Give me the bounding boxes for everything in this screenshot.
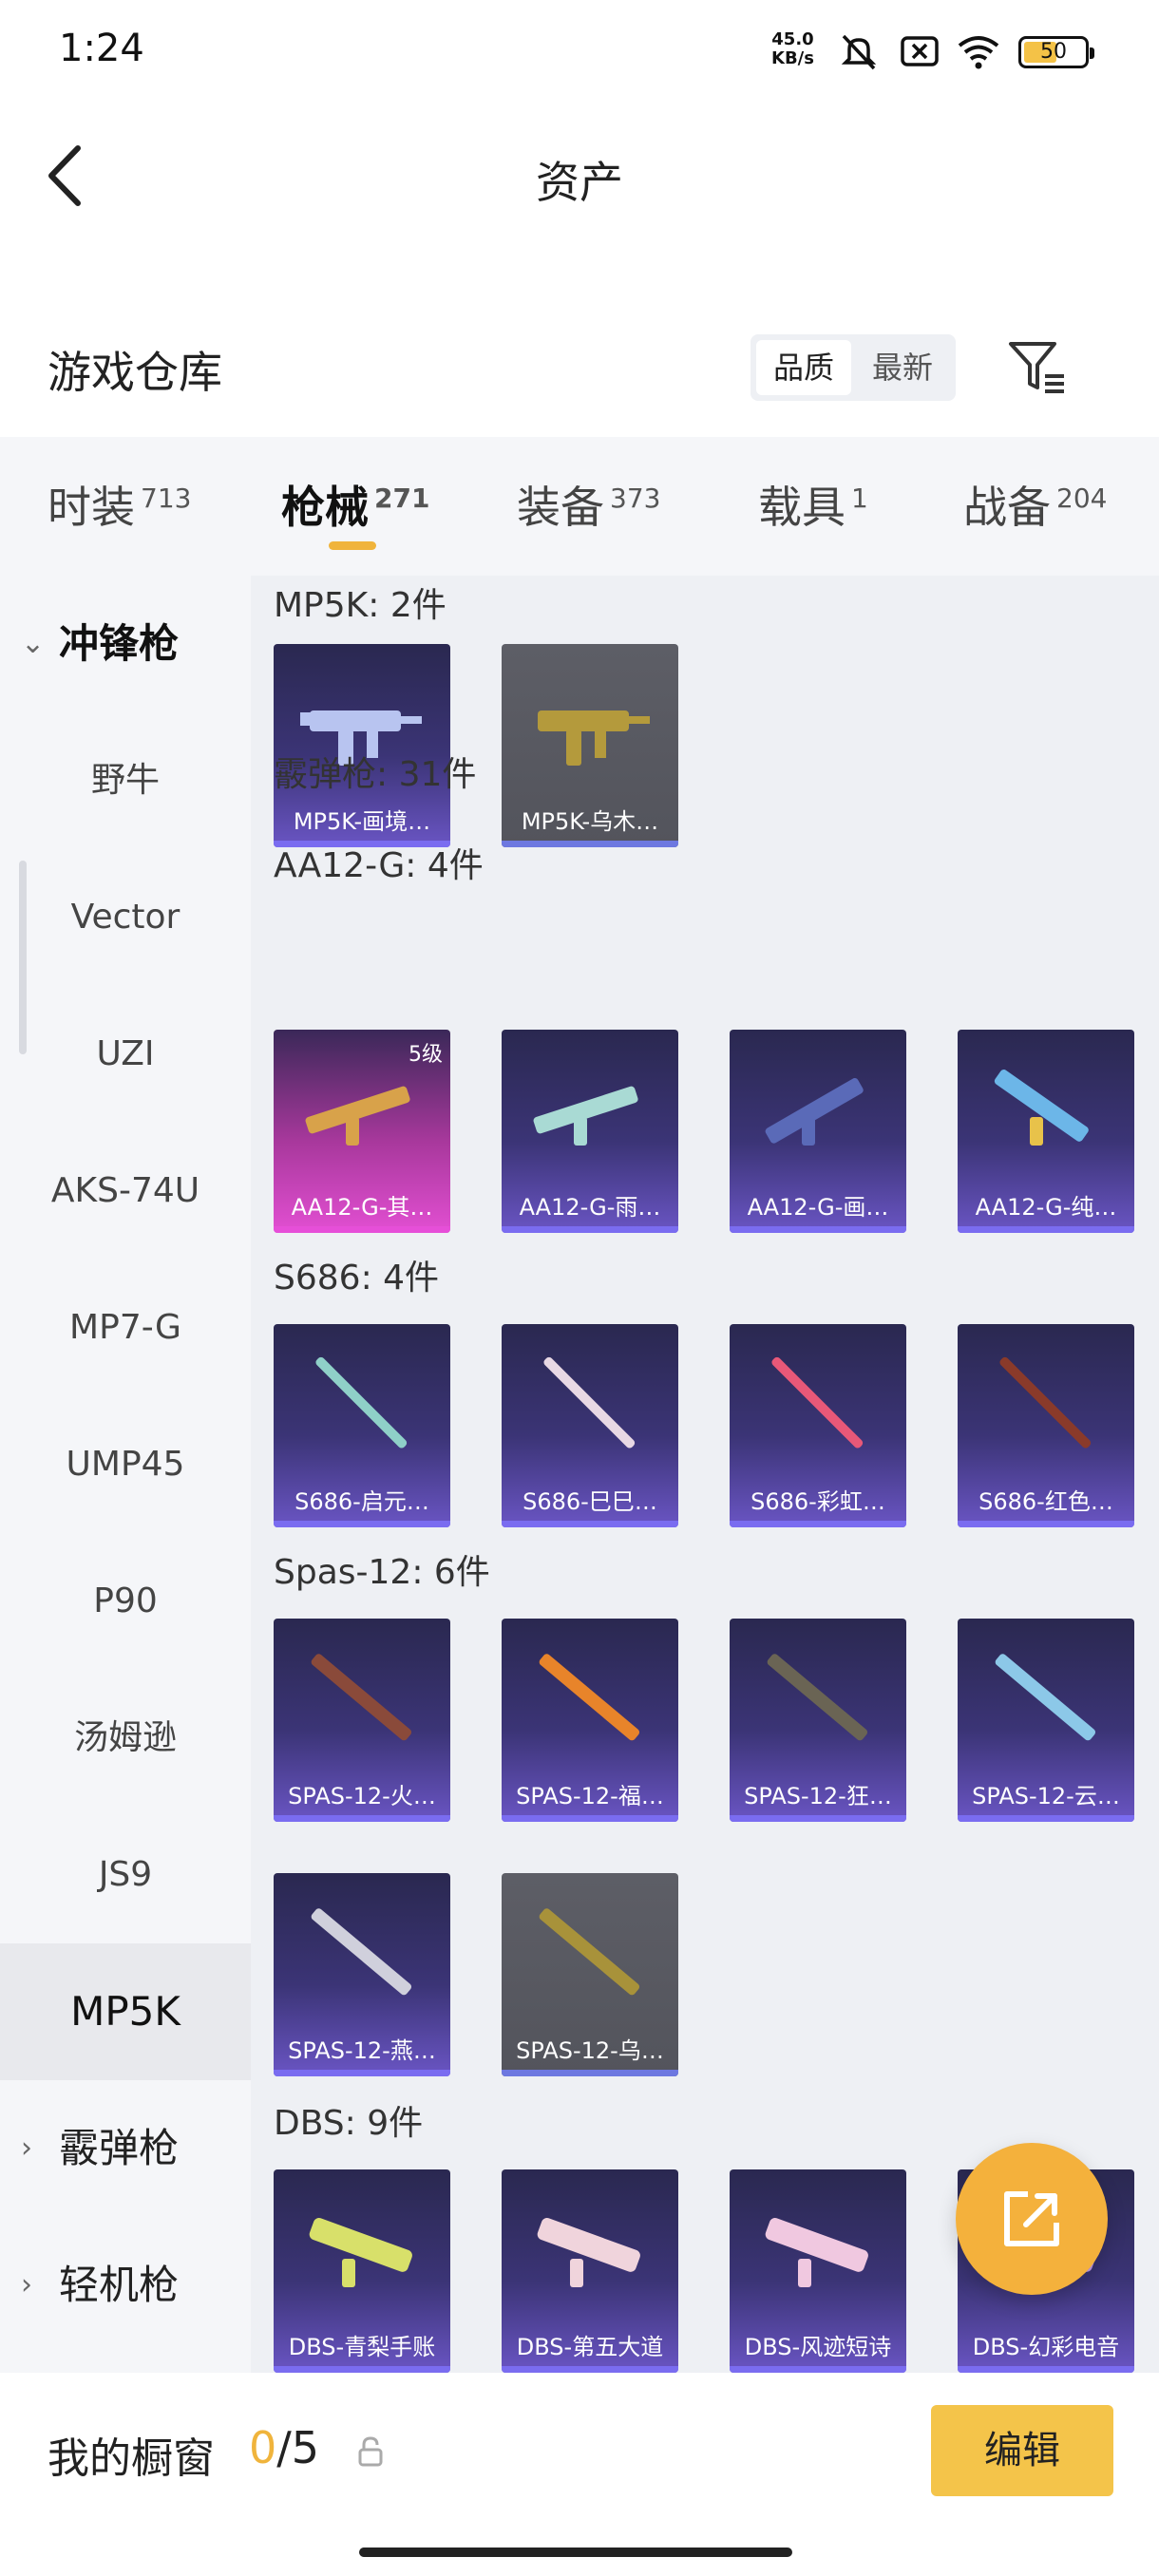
shotgun-icon xyxy=(765,1078,864,1146)
item-card[interactable]: SPAS-12-燕… xyxy=(274,1873,450,2076)
sidebar-item[interactable]: 汤姆逊 xyxy=(0,1670,251,1807)
smg-icon xyxy=(538,710,650,766)
shotgun-icon xyxy=(539,1654,640,1741)
chevron-right-icon: › xyxy=(21,2268,32,2301)
section-title: 游戏仓库 xyxy=(48,347,222,398)
sidebar-item[interactable]: UMP45 xyxy=(0,1396,251,1533)
shotgun-icon xyxy=(771,1356,864,1449)
item-card[interactable]: MP5K-乌木… xyxy=(502,644,678,847)
showcase-count: 0/5 xyxy=(249,2422,320,2473)
sidebar-item[interactable]: UZI xyxy=(0,986,251,1123)
sidebar-item[interactable]: 野牛 xyxy=(0,712,251,849)
sidebar-category-lmg[interactable]: › 轻机枪 xyxy=(0,2217,251,2354)
item-card[interactable]: MP5K-画境… xyxy=(274,644,450,847)
page-title: 资产 xyxy=(536,157,623,208)
tab-vehicles[interactable]: 载具 1 xyxy=(758,473,868,536)
shotgun-icon xyxy=(311,1908,412,1996)
active-tab-indicator xyxy=(329,541,376,550)
item-card[interactable]: SPAS-12-火… xyxy=(274,1619,450,1822)
weapon-sidebar: ⌄ 冲锋枪 野牛 Vector UZI AKS-74U MP7-G UMP45 … xyxy=(0,576,251,2373)
mute-icon xyxy=(841,34,877,70)
shotgun-icon xyxy=(543,1356,636,1449)
chevron-down-icon: ⌄ xyxy=(21,627,46,660)
tab-equipment[interactable]: 装备 373 xyxy=(517,473,660,536)
shotgun-icon xyxy=(309,2218,412,2287)
tab-fashion[interactable]: 时装 713 xyxy=(48,473,191,536)
shotgun-icon xyxy=(537,2218,640,2287)
share-fab[interactable] xyxy=(956,2143,1108,2295)
item-card[interactable]: SPAS-12-福… xyxy=(502,1619,678,1822)
sidebar-item[interactable]: AKS-74U xyxy=(0,1123,251,1260)
no-sim-icon xyxy=(901,36,939,66)
shotgun-icon xyxy=(539,1908,640,1996)
status-bar: 1:24 45.0 KB/s 50 xyxy=(0,0,1159,104)
home-indicator[interactable] xyxy=(359,2548,792,2557)
item-card[interactable]: AA12-G-纯… xyxy=(958,1030,1134,1233)
share-external-icon xyxy=(1004,2191,1059,2246)
shotgun-icon xyxy=(305,1086,410,1146)
shotgun-icon xyxy=(995,1654,1096,1741)
sort-toggle: 品质 最新 xyxy=(750,334,956,401)
tab-supplies[interactable]: 战备 204 xyxy=(963,473,1107,536)
item-card[interactable]: AA12-G-画… xyxy=(730,1030,906,1233)
group-header: MP5K: 2件 xyxy=(274,586,446,625)
item-card[interactable]: 5级 AA12-G-其… xyxy=(274,1030,450,1233)
showcase-bar: 我的橱窗 0/5 编辑 xyxy=(0,2373,1159,2576)
sidebar-category-shotgun[interactable]: › 霰弹枪 xyxy=(0,2080,251,2217)
item-card[interactable]: S686-红色… xyxy=(958,1324,1134,1527)
item-card[interactable]: S686-启元… xyxy=(274,1324,450,1527)
shotgun-icon xyxy=(994,1070,1089,1146)
sidebar-category-smg[interactable]: ⌄ 冲锋枪 xyxy=(0,576,251,712)
item-card[interactable]: DBS-青梨手账 xyxy=(274,2169,450,2373)
shotgun-icon xyxy=(533,1086,638,1146)
group-header: S686: 4件 xyxy=(274,1259,440,1297)
item-card[interactable]: DBS-第五大道 xyxy=(502,2169,678,2373)
category-tabs: 时装 713 枪械 271 装备 373 载具 1 战备 204 xyxy=(0,437,1159,576)
item-card[interactable]: S686-巳巳… xyxy=(502,1324,678,1527)
item-card[interactable]: SPAS-12-云… xyxy=(958,1619,1134,1822)
tab-firearms[interactable]: 枪械 271 xyxy=(281,473,429,536)
battery-icon: 50 xyxy=(1018,36,1094,68)
item-card[interactable]: DBS-风迹短诗 xyxy=(730,2169,906,2373)
shotgun-icon xyxy=(765,2218,868,2287)
group-header: AA12-G: 4件 xyxy=(274,846,484,885)
network-speed: 45.0 KB/s xyxy=(771,29,814,68)
item-grid: MP5K: 2件 MP5K-画境… MP5K-乌木… 霰弹枪: 31件 AA12… xyxy=(251,576,1159,2373)
filter-icon[interactable] xyxy=(1005,336,1070,399)
battery-level: 50 xyxy=(1040,40,1067,64)
group-header: 霰弹枪: 31件 xyxy=(274,755,477,794)
edit-button[interactable]: 编辑 xyxy=(931,2405,1113,2496)
item-card[interactable]: S686-彩虹… xyxy=(730,1324,906,1527)
item-card[interactable]: SPAS-12-乌… xyxy=(502,1873,678,2076)
sidebar-item[interactable]: JS9 xyxy=(0,1807,251,1943)
status-time: 1:24 xyxy=(59,27,144,70)
shotgun-icon xyxy=(311,1654,412,1741)
group-header: DBS: 9件 xyxy=(274,2104,424,2143)
sidebar-item-selected[interactable]: MP5K xyxy=(0,1943,251,2080)
sort-quality-button[interactable]: 品质 xyxy=(756,340,851,395)
sort-newest-button[interactable]: 最新 xyxy=(855,340,950,395)
item-card[interactable]: SPAS-12-狂… xyxy=(730,1619,906,1822)
showcase-label: 我的橱窗 xyxy=(48,2434,215,2483)
item-card[interactable]: AA12-G-雨… xyxy=(502,1030,678,1233)
shotgun-icon xyxy=(767,1654,868,1741)
sidebar-item[interactable]: P90 xyxy=(0,1533,251,1670)
group-header: Spas-12: 6件 xyxy=(274,1553,490,1592)
shotgun-icon xyxy=(315,1356,408,1449)
sidebar-item[interactable]: Vector xyxy=(0,849,251,986)
sidebar-item[interactable]: MP7-G xyxy=(0,1260,251,1396)
wifi-icon xyxy=(958,36,999,69)
shotgun-icon xyxy=(999,1356,1092,1449)
lock-icon xyxy=(358,2436,383,2467)
chevron-right-icon: › xyxy=(21,2131,32,2165)
